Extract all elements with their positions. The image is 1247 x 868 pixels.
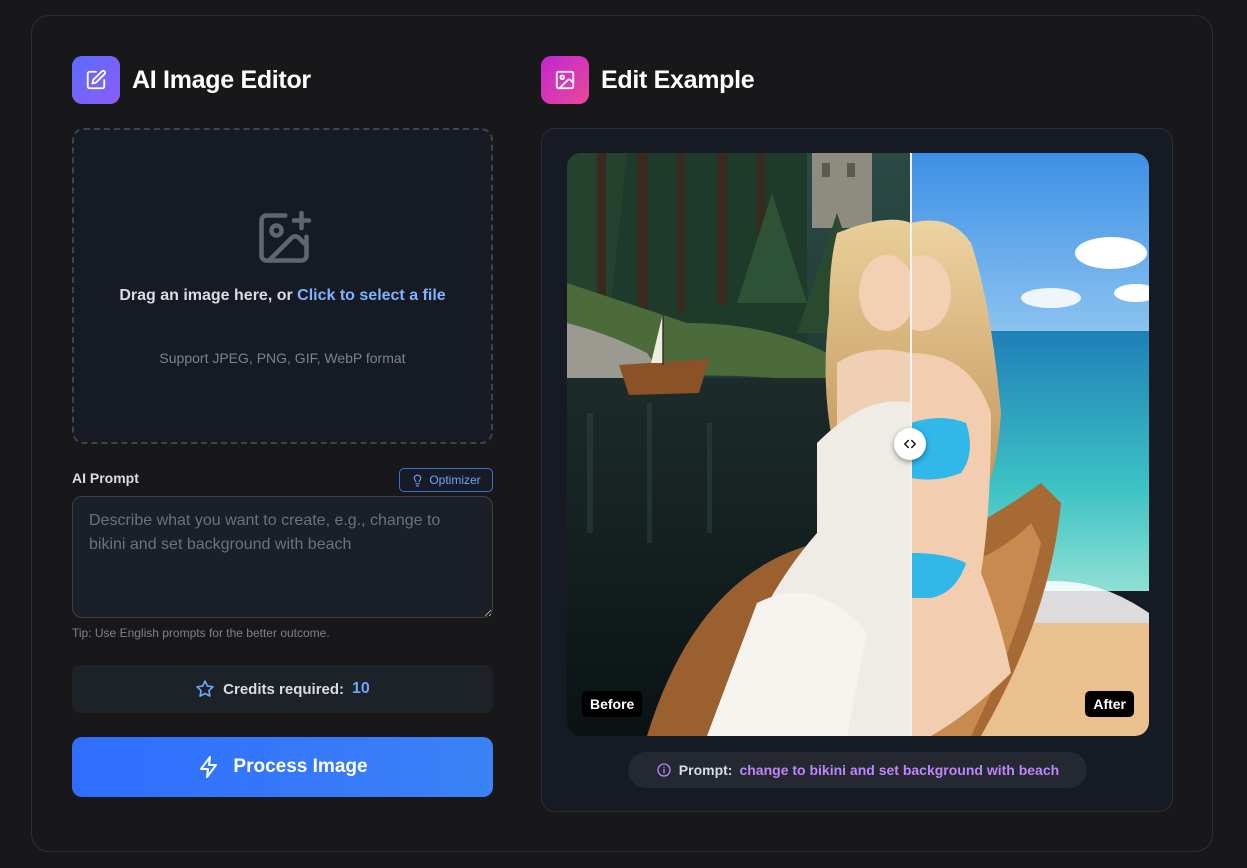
page-title: AI Image Editor (132, 65, 311, 94)
image-upload-dropzone[interactable]: Drag an image here, or Click to select a… (72, 128, 493, 444)
supported-formats: Support JPEG, PNG, GIF, WebP format (159, 350, 406, 366)
edit-icon (72, 56, 120, 104)
prompt-prefix: Prompt: (678, 762, 733, 778)
after-image (911, 153, 1149, 736)
optimizer-button[interactable]: Optimizer (399, 468, 493, 492)
before-label: Before (582, 691, 643, 717)
image-icon (541, 56, 589, 104)
example-title: Edit Example (601, 65, 755, 94)
example-header: Edit Example (541, 56, 755, 104)
code-arrows-icon (903, 437, 917, 451)
drag-text: Drag an image here, or (119, 287, 298, 304)
select-file-link[interactable]: Click to select a file (297, 287, 446, 304)
before-after-comparison[interactable]: Before After (567, 153, 1149, 736)
image-plus-icon (254, 208, 314, 273)
optimizer-label: Optimizer (429, 473, 481, 487)
credits-value: 10 (352, 680, 370, 697)
process-label: Process Image (233, 756, 368, 777)
dropzone-instructions: Drag an image here, or Click to select a… (104, 284, 461, 308)
example-prompt: Prompt: change to bikini and set backgro… (628, 752, 1087, 788)
comparison-slider-handle[interactable] (894, 428, 926, 460)
prompt-value: change to bikini and set background with… (739, 762, 1060, 778)
lightning-icon (197, 755, 221, 779)
process-image-button[interactable]: Process Image (72, 737, 493, 797)
before-image (567, 153, 911, 736)
editor-header: AI Image Editor (72, 56, 311, 104)
credits-required: Credits required: 10 (72, 665, 493, 713)
prompt-tip: Tip: Use English prompts for the better … (72, 626, 330, 640)
info-icon (656, 762, 672, 778)
star-icon (195, 679, 215, 699)
lightbulb-icon (411, 474, 424, 487)
prompt-label: AI Prompt (72, 470, 139, 486)
after-label: After (1085, 691, 1134, 717)
credits-label: Credits required: (223, 680, 345, 698)
prompt-input[interactable] (72, 496, 493, 618)
